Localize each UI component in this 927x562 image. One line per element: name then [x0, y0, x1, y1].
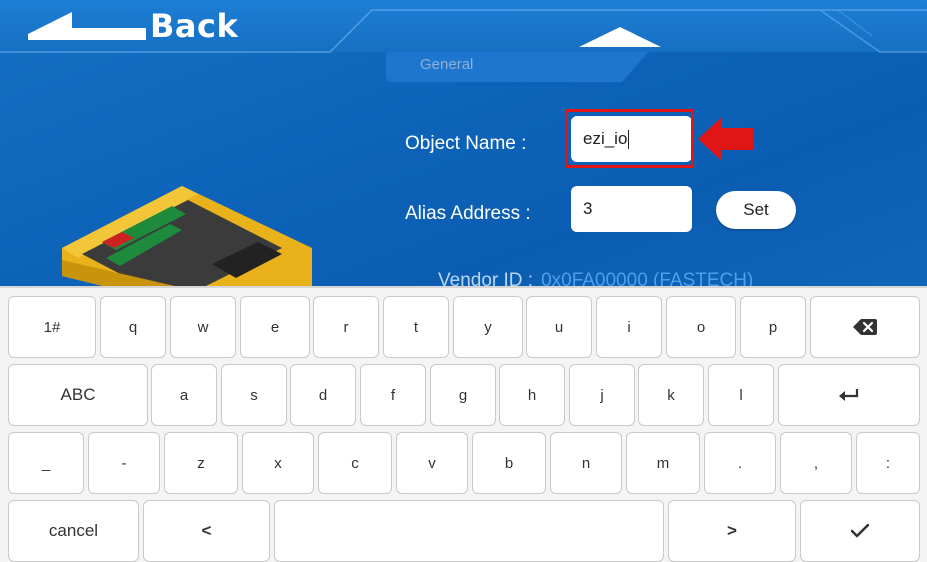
key-f[interactable]: f	[360, 364, 426, 426]
key-v[interactable]: v	[396, 432, 468, 494]
key-o[interactable]: o	[666, 296, 736, 358]
key-abc[interactable]: ABC	[8, 364, 148, 426]
key-r[interactable]: r	[313, 296, 379, 358]
key-cursor-left[interactable]: <	[143, 500, 270, 562]
key-c[interactable]: c	[318, 432, 392, 494]
key-hyphen[interactable]: -	[88, 432, 160, 494]
key-enter[interactable]	[778, 364, 920, 426]
object-name-label: Object Name :	[405, 133, 527, 154]
back-label: Back	[150, 7, 239, 45]
key-j[interactable]: j	[569, 364, 635, 426]
key-cancel[interactable]: cancel	[8, 500, 139, 562]
key-k[interactable]: k	[638, 364, 704, 426]
key-d[interactable]: d	[290, 364, 356, 426]
back-button[interactable]: Back	[28, 6, 238, 46]
key-p[interactable]: p	[740, 296, 806, 358]
key-period[interactable]: .	[704, 432, 776, 494]
key-space[interactable]	[274, 500, 664, 562]
back-arrow-icon	[28, 12, 146, 40]
device-image	[62, 186, 312, 295]
app-screen: Back General Object Name : ezi_io Alias …	[0, 0, 927, 295]
key-comma[interactable]: ,	[780, 432, 852, 494]
key-u[interactable]: u	[526, 296, 592, 358]
key-m[interactable]: m	[626, 432, 700, 494]
highlight-box	[565, 109, 694, 168]
checkmark-icon	[851, 524, 869, 538]
key-n[interactable]: n	[550, 432, 622, 494]
alias-address-label: Alias Address :	[405, 203, 531, 224]
key-colon[interactable]: :	[856, 432, 920, 494]
backspace-icon	[853, 319, 877, 335]
tab-general-label: General	[420, 56, 474, 73]
key-g[interactable]: g	[430, 364, 496, 426]
key-t[interactable]: t	[383, 296, 449, 358]
key-h[interactable]: h	[499, 364, 565, 426]
alias-address-input[interactable]: 3	[571, 186, 692, 232]
key-cursor-right[interactable]: >	[668, 500, 796, 562]
key-l[interactable]: l	[708, 364, 774, 426]
on-screen-keyboard: 1# q w e r t y u i o p ABC a s d f g h j…	[0, 286, 927, 562]
key-z[interactable]: z	[164, 432, 238, 494]
key-x[interactable]: x	[242, 432, 314, 494]
key-a[interactable]: a	[151, 364, 217, 426]
key-y[interactable]: y	[453, 296, 523, 358]
key-backspace[interactable]	[810, 296, 920, 358]
key-symbols[interactable]: 1#	[8, 296, 96, 358]
key-i[interactable]: i	[596, 296, 662, 358]
key-s[interactable]: s	[221, 364, 287, 426]
key-b[interactable]: b	[472, 432, 546, 494]
key-w[interactable]: w	[170, 296, 236, 358]
red-arrow-icon	[698, 117, 754, 161]
key-e[interactable]: e	[240, 296, 310, 358]
key-confirm[interactable]	[800, 500, 920, 562]
set-button[interactable]: Set	[716, 191, 796, 229]
key-underscore[interactable]: _	[8, 432, 84, 494]
enter-icon	[839, 389, 859, 401]
key-q[interactable]: q	[100, 296, 166, 358]
scroll-up-icon[interactable]	[575, 26, 665, 48]
alias-address-value: 3	[583, 199, 593, 218]
